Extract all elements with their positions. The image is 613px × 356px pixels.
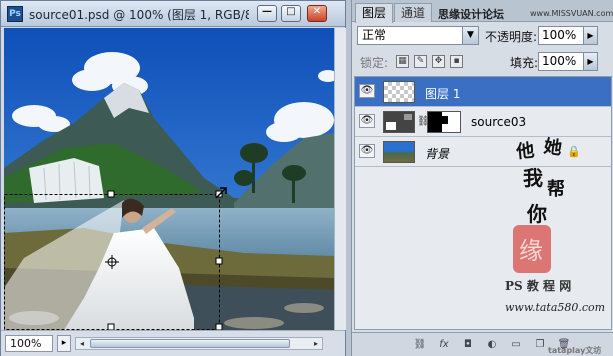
document-title-bar[interactable]: Ps source01.psd @ 100% (图层 1, RGB/8... —… <box>1 1 345 27</box>
new-layer-icon[interactable]: ❐ <box>532 338 548 352</box>
lock-label: 锁定: <box>360 56 389 70</box>
layer-name[interactable]: 背景 <box>425 145 449 162</box>
link-layers-icon[interactable]: ⛓ <box>412 338 428 352</box>
layer-name[interactable]: source03 <box>471 115 526 129</box>
layer-name[interactable]: 图层 1 <box>425 85 460 102</box>
header-watermark: 思缘设计论坛 <box>438 8 504 21</box>
lock-image-icon[interactable]: ✎ <box>414 55 427 68</box>
chevron-down-icon[interactable]: ▼ <box>462 27 478 44</box>
mask-shape <box>428 112 448 132</box>
panel-tab-bar: 图层 通道 思缘设计论坛 www.MISSVUAN.com <box>352 0 613 23</box>
svg-text:缘: 缘 <box>519 237 543 265</box>
add-mask-icon[interactable]: ◘ <box>460 338 476 352</box>
svg-text:我: 我 <box>523 166 543 190</box>
document-title: source01.psd @ 100% (图层 1, RGB/8... <box>29 8 249 22</box>
canvas-photo <box>4 28 334 330</box>
visibility-eye-icon[interactable]: 👁 <box>359 144 375 158</box>
svg-text:她: 她 <box>542 137 563 159</box>
opacity-value: 100% <box>542 28 577 42</box>
fill-label: 填充: <box>510 56 539 70</box>
tab-layers[interactable]: 图层 <box>355 3 394 23</box>
site-url-watermark: www.tata580.com <box>505 301 606 314</box>
fill-field[interactable]: 100% ▶ <box>538 52 598 71</box>
new-group-icon[interactable]: ▭ <box>508 338 524 352</box>
layer-thumbnail <box>383 111 415 133</box>
layer-style-fx-icon[interactable]: fx <box>436 338 452 352</box>
tab-channels[interactable]: 通道 <box>394 3 433 22</box>
smart-object-icon <box>386 114 412 130</box>
scroll-right-arrow-icon[interactable]: ▸ <box>310 338 322 349</box>
visibility-eye-icon[interactable]: 👁 <box>359 84 375 98</box>
opacity-label: 不透明度: <box>485 30 538 44</box>
calligraphy-strokes: 他 她 我 帮 你 <box>514 135 565 226</box>
layers-list: 👁 图层 1 👁 ⛓ source03 👁 背景 🔒 他 她 我 帮 你 缘 P… <box>354 76 612 330</box>
zoom-level-field[interactable]: 100% <box>5 335 53 352</box>
fill-arrow-icon[interactable]: ▶ <box>583 53 597 70</box>
lock-row: 锁定: ▦ ✎ ✥ ▪ 填充: 100% ▶ <box>352 50 613 74</box>
red-seal-stamp: 缘 <box>511 223 553 275</box>
layer-row-source03[interactable]: 👁 ⛓ source03 <box>355 107 611 137</box>
close-button[interactable]: ✕ <box>307 5 327 22</box>
svg-text:帮: 帮 <box>547 178 565 200</box>
blend-mode-select[interactable]: 正常 ▼ <box>357 26 479 45</box>
layers-panel: 图层 通道 思缘设计论坛 www.MISSVUAN.com 正常 ▼ 不透明度:… <box>351 0 613 356</box>
horizontal-scroll-thumb[interactable] <box>90 339 290 348</box>
calligraphy-watermark: 他 她 我 帮 你 <box>514 135 585 237</box>
lock-all-icon[interactable]: ▪ <box>450 55 463 68</box>
scroll-left-arrow-icon[interactable]: ◂ <box>76 338 88 349</box>
image-canvas[interactable] <box>4 28 334 330</box>
vertical-scrollbar[interactable] <box>334 28 346 330</box>
opacity-field[interactable]: 100% ▶ <box>538 26 598 45</box>
opacity-arrow-icon[interactable]: ▶ <box>583 27 597 44</box>
photoshop-app-icon: Ps <box>7 6 23 22</box>
layer-row-layer1[interactable]: 👁 图层 1 <box>355 77 611 107</box>
header-watermark-url: www.MISSVUAN.com <box>530 9 613 18</box>
lock-transparency-icon[interactable]: ▦ <box>396 55 409 68</box>
lock-position-icon[interactable]: ✥ <box>432 55 445 68</box>
layer-mask-thumbnail[interactable] <box>427 111 461 133</box>
horizontal-scrollbar[interactable]: ◂ ▸ <box>75 337 323 350</box>
adjustment-layer-icon[interactable]: ◐ <box>484 338 500 352</box>
status-menu-arrow-icon[interactable]: ▸ <box>57 335 71 352</box>
fill-value: 100% <box>542 54 577 68</box>
maximize-button[interactable]: □ <box>281 5 301 22</box>
seal-graphic: 缘 <box>513 225 551 273</box>
minimize-button[interactable]: — <box>257 5 277 22</box>
footer-watermark: tataplay文坊 <box>548 346 602 355</box>
document-status-bar: 100% ▸ ◂ ▸ <box>1 330 345 356</box>
layer-thumbnail <box>383 81 415 103</box>
document-window: Ps source01.psd @ 100% (图层 1, RGB/8... —… <box>0 0 346 356</box>
layer-thumbnail <box>383 141 415 163</box>
panel-footer-toolbar: ⛓ fx ◘ ◐ ▭ ❐ 🗑 tataplay文坊 <box>352 332 613 356</box>
blend-mode-value: 正常 <box>362 28 387 42</box>
visibility-eye-icon[interactable]: 👁 <box>359 114 375 128</box>
svg-text:他: 他 <box>515 139 535 163</box>
site-name-watermark: PS 教 程 网 <box>505 279 572 293</box>
